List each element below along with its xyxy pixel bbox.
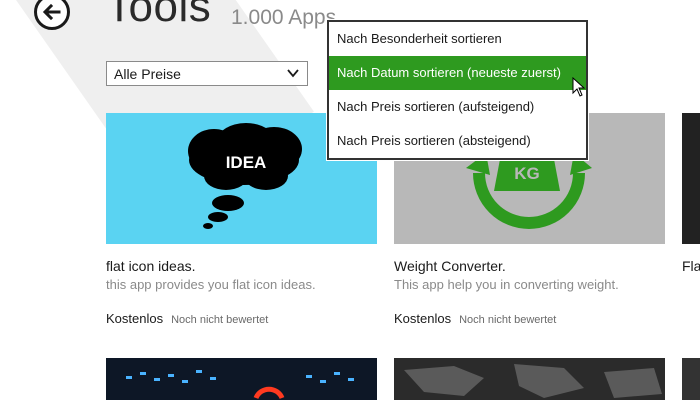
app-count: 1.000 Apps: [231, 6, 337, 29]
sort-option-featured[interactable]: Nach Besonderheit sortieren: [329, 22, 586, 56]
app-tile-icon: [682, 113, 700, 244]
idea-image-label: IDEA: [226, 153, 267, 172]
app-name: flat icon ideas.: [106, 258, 196, 274]
price-filter-value: Alle Preise: [114, 65, 181, 82]
app-price: Kostenlos: [106, 311, 164, 326]
weight-image-label: KG: [514, 164, 540, 183]
app-price: Kostenlos: [394, 311, 452, 326]
app-tile-row2-b[interactable]: [394, 358, 665, 400]
sort-dropdown-menu: Nach Besonderheit sortieren Nach Datum s…: [327, 20, 588, 160]
app-rating: Noch nicht bewertet: [171, 314, 269, 326]
app-description: This app help you in converting weight.: [394, 277, 619, 292]
page-title: Tools: [106, 0, 212, 31]
mouse-cursor-icon: [572, 77, 586, 97]
app-tile-partial[interactable]: Fla: [682, 113, 700, 274]
tech-image-icon: [106, 358, 377, 400]
sort-option-price-descending[interactable]: Nach Preis sortieren (absteigend): [329, 124, 586, 158]
arrow-left-icon: [42, 3, 61, 21]
app-tile-row2-c[interactable]: [682, 358, 700, 400]
chevron-down-icon: [287, 69, 299, 78]
app-name: Fla: [682, 258, 700, 274]
sort-option-date-newest[interactable]: Nach Datum sortieren (neueste zuerst): [329, 56, 586, 90]
sort-option-price-ascending[interactable]: Nach Preis sortieren (aufsteigend): [329, 90, 586, 124]
world-map-icon: [394, 358, 665, 400]
app-description: this app provides you flat icon ideas.: [106, 277, 316, 292]
app-name: Weight Converter.: [394, 258, 506, 274]
app-tile-row2-a[interactable]: [106, 358, 377, 400]
app-rating: Noch nicht bewertet: [459, 314, 557, 326]
price-filter-select[interactable]: Alle Preise: [106, 61, 308, 86]
